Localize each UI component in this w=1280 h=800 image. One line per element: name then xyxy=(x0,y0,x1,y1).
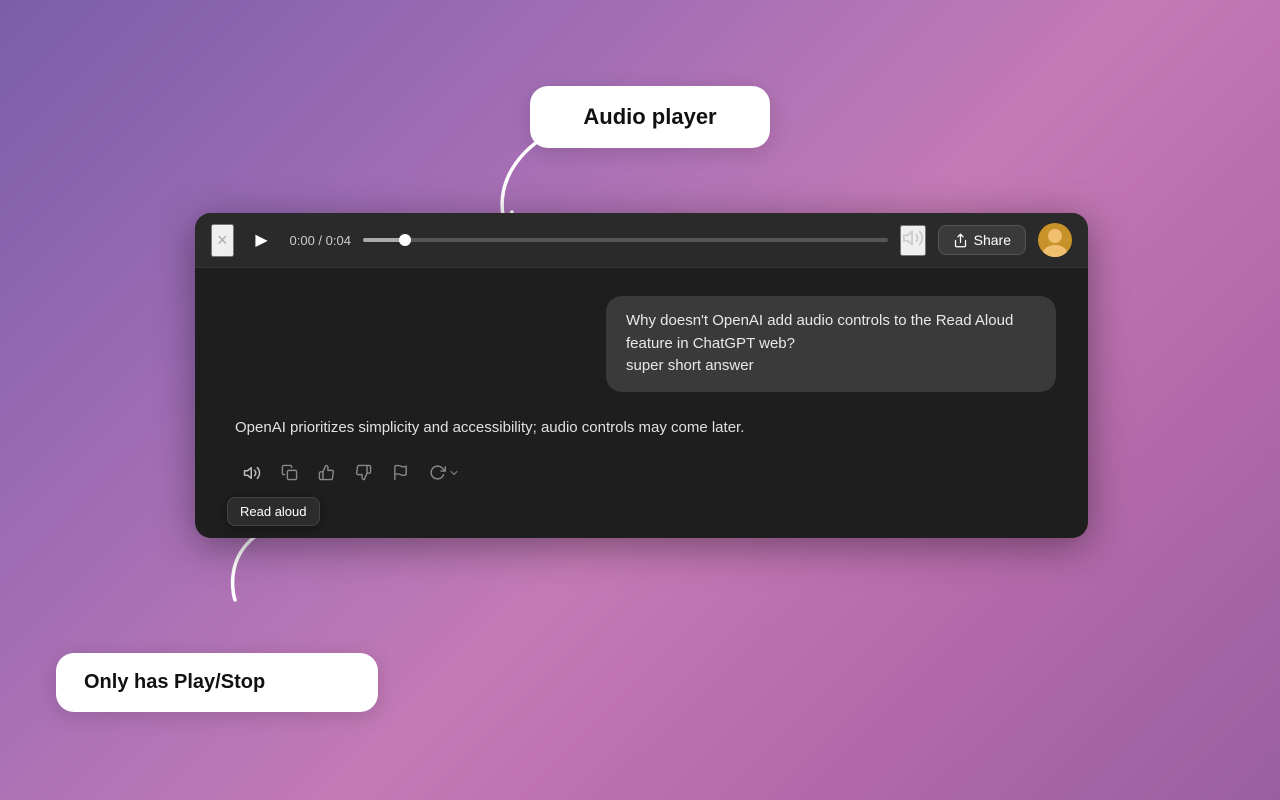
chat-area: Why doesn't OpenAI add audio controls to… xyxy=(195,268,1088,538)
only-play-callout: Only has Play/Stop xyxy=(56,653,378,712)
chat-window: × ▶ 0:00 / 0:04 Share xyxy=(195,213,1088,538)
speaker-icon xyxy=(243,464,261,482)
regenerate-button[interactable] xyxy=(421,458,468,487)
flag-button[interactable] xyxy=(384,458,417,487)
chevron-down-icon xyxy=(448,467,460,479)
audio-player-bar: × ▶ 0:00 / 0:04 Share xyxy=(195,213,1088,268)
read-aloud-tooltip: Read aloud xyxy=(227,497,320,526)
tooltip-text: Read aloud xyxy=(240,504,307,519)
refresh-icon xyxy=(429,464,446,481)
audio-player-label: Audio player xyxy=(583,104,716,129)
audio-share-button[interactable]: Share xyxy=(938,225,1026,255)
audio-time: 0:00 / 0:04 xyxy=(290,233,351,248)
thumbs-down-icon xyxy=(355,464,372,481)
audio-player-callout: Audio player xyxy=(530,86,770,148)
copy-button[interactable] xyxy=(273,458,306,487)
thumbs-up-icon xyxy=(318,464,335,481)
flag-icon xyxy=(392,464,409,481)
audio-close-button[interactable]: × xyxy=(211,224,234,257)
only-play-label: Only has Play/Stop xyxy=(84,671,265,693)
share-icon xyxy=(953,233,968,248)
read-aloud-button[interactable] xyxy=(235,458,269,488)
volume-icon xyxy=(902,233,924,253)
thumbs-up-button[interactable] xyxy=(310,458,343,487)
user-message-text: Why doesn't OpenAI add audio controls to… xyxy=(626,310,1036,378)
user-avatar xyxy=(1038,223,1072,257)
audio-progress-bar[interactable] xyxy=(363,238,888,242)
user-message-bubble: Why doesn't OpenAI add audio controls to… xyxy=(606,296,1056,392)
copy-icon xyxy=(281,464,298,481)
thumbs-down-button[interactable] xyxy=(347,458,380,487)
chat-bottom-padding xyxy=(227,488,1056,518)
audio-progress-thumb xyxy=(399,234,411,246)
action-toolbar: Read aloud xyxy=(227,458,1056,488)
share-label: Share xyxy=(974,232,1011,248)
play-icon: ▶ xyxy=(255,230,267,250)
ai-response-text: OpenAI prioritizes simplicity and access… xyxy=(227,416,1056,440)
audio-play-button[interactable]: ▶ xyxy=(246,224,278,256)
avatar-image xyxy=(1038,223,1072,257)
audio-volume-button[interactable] xyxy=(900,225,926,256)
